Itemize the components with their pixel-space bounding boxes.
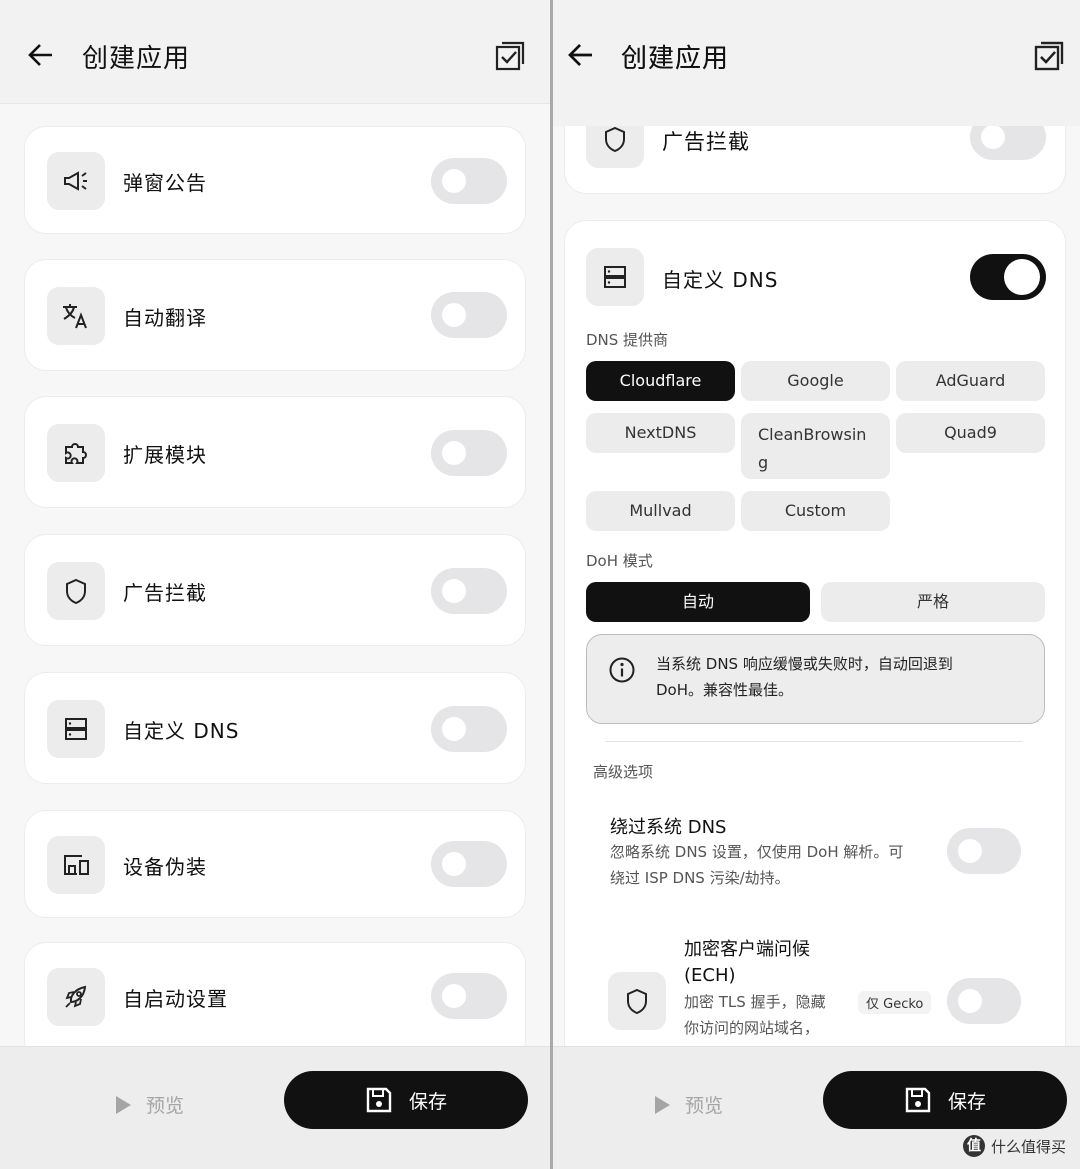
- shield-icon: [586, 126, 644, 168]
- bypass-system-dns-title: 绕过系统 DNS: [610, 817, 727, 838]
- watermark: 值 什么值得买: [962, 1135, 1066, 1157]
- card-popup-notice[interactable]: 弹窗公告: [24, 126, 526, 234]
- info-line-1: 当系统 DNS 响应缓慢或失败时，自动回退到: [656, 655, 953, 673]
- app-bar: 创建应用: [0, 0, 550, 104]
- ech-title-line-2: (ECH): [684, 965, 736, 986]
- translate-icon: [47, 287, 105, 345]
- floppy-disk-icon: [366, 1087, 392, 1113]
- card-label: 广告拦截: [123, 581, 207, 605]
- card-label: 设备伪装: [123, 855, 207, 879]
- preview-button[interactable]: 预览: [653, 1091, 723, 1118]
- puzzle-icon: [47, 424, 105, 482]
- ad-block-toggle[interactable]: [431, 568, 507, 614]
- ech-desc-line-1: 加密 TLS 握手，隐藏: [684, 993, 826, 1011]
- custom-dns-toggle[interactable]: [431, 706, 507, 752]
- save-button[interactable]: 保存: [284, 1071, 528, 1129]
- section-divider: [605, 741, 1022, 742]
- autostart-toggle[interactable]: [431, 973, 507, 1019]
- dns-provider-heading: DNS 提供商: [586, 331, 669, 349]
- extensions-toggle[interactable]: [431, 430, 507, 476]
- card-ad-block[interactable]: 广告拦截: [24, 534, 526, 646]
- card-extensions[interactable]: 扩展模块: [24, 396, 526, 508]
- provider-chip-google[interactable]: Google: [741, 361, 890, 401]
- advanced-options-heading: 高级选项: [593, 763, 654, 781]
- provider-chip-quad9[interactable]: Quad9: [896, 413, 1045, 453]
- server-icon: [586, 248, 644, 306]
- card-label: 扩展模块: [123, 443, 207, 467]
- card-label: 自定义 DNS: [123, 719, 240, 743]
- card-ad-block-visible[interactable]: 广告拦截: [564, 126, 1066, 194]
- left-screen: 创建应用 弹窗公告 自动翻译 扩展模块 广告拦截 自定义 DNS 设备伪装 自启…: [0, 0, 550, 1169]
- megaphone-icon: [47, 152, 105, 210]
- card-label: 自动翻译: [123, 306, 207, 330]
- shield-icon: [608, 972, 666, 1030]
- bottom-action-bar: 预览 保存: [0, 1046, 550, 1169]
- watermark-logo-icon: 值: [962, 1135, 985, 1157]
- ad-block-toggle[interactable]: [970, 126, 1046, 160]
- feature-list[interactable]: 弹窗公告 自动翻译 扩展模块 广告拦截 自定义 DNS 设备伪装 自启动设置: [0, 104, 550, 1046]
- preview-label: 预览: [685, 1095, 724, 1117]
- card-label: 自定义 DNS: [662, 268, 779, 292]
- device-spoof-toggle[interactable]: [431, 841, 507, 887]
- card-label: 自启动设置: [123, 987, 228, 1011]
- play-icon: [655, 1095, 670, 1114]
- ech-title-line-1: 加密客户端问候: [684, 939, 810, 960]
- bypass-desc-line-1: 忽略系统 DNS 设置，仅使用 DoH 解析。可: [610, 843, 904, 861]
- preview-button[interactable]: 预览: [114, 1091, 184, 1118]
- provider-chip-cleanbrowsing[interactable]: CleanBrowsin g: [741, 413, 890, 479]
- bypass-system-dns-toggle[interactable]: [947, 828, 1021, 874]
- custom-dns-toggle[interactable]: [970, 254, 1046, 300]
- popup-notice-toggle[interactable]: [431, 158, 507, 204]
- floppy-disk-icon: [905, 1087, 931, 1113]
- right-screen: 创建应用 广告拦截 创建应用 广告拦截 自定义 DNS DNS 提供商 Clou…: [553, 0, 1080, 1169]
- provider-chip-adguard[interactable]: AdGuard: [896, 361, 1045, 401]
- watermark-text: 什么值得买: [990, 1137, 1066, 1156]
- card-label: 弹窗公告: [123, 171, 207, 195]
- devices-icon: [47, 836, 105, 894]
- card-label: 广告拦截: [662, 130, 750, 154]
- shield-icon: [47, 562, 105, 620]
- back-arrow-icon[interactable]: [566, 40, 596, 70]
- app-bar-overlay: 创建应用: [553, 0, 1080, 126]
- save-label: 保存: [947, 1090, 986, 1113]
- doh-mode-auto[interactable]: 自动: [586, 582, 810, 622]
- card-auto-translate[interactable]: 自动翻译: [24, 259, 526, 371]
- card-custom-dns[interactable]: 自定义 DNS: [24, 672, 526, 784]
- card-device-spoof[interactable]: 设备伪装: [24, 810, 526, 918]
- ech-toggle[interactable]: [947, 978, 1021, 1024]
- save-label: 保存: [408, 1090, 447, 1113]
- provider-chip-custom[interactable]: Custom: [741, 491, 890, 531]
- card-autostart[interactable]: 自启动设置: [24, 942, 526, 1046]
- server-icon: [47, 700, 105, 758]
- save-button[interactable]: 保存: [823, 1071, 1067, 1129]
- doh-mode-heading: DoH 模式: [586, 552, 653, 570]
- bottom-action-bar: 预览 保存 值 什么值得买: [553, 1046, 1080, 1169]
- provider-chip-cloudflare[interactable]: Cloudflare: [586, 361, 735, 401]
- page-title: 创建应用: [621, 44, 730, 74]
- bypass-desc-line-2: 绕过 ISP DNS 污染/劫持。: [610, 869, 790, 887]
- info-icon: [609, 657, 635, 683]
- doh-info-box: 当系统 DNS 响应缓慢或失败时，自动回退到 DoH。兼容性最佳。: [586, 634, 1045, 724]
- gecko-only-badge: 仅 Gecko: [858, 991, 932, 1014]
- provider-chip-mullvad[interactable]: Mullvad: [586, 491, 735, 531]
- rocket-icon: [47, 968, 105, 1026]
- preview-label: 预览: [146, 1095, 185, 1117]
- provider-chip-nextdns[interactable]: NextDNS: [586, 413, 735, 453]
- page-title: 创建应用: [82, 44, 191, 74]
- checklist-icon[interactable]: [494, 40, 526, 72]
- doh-mode-strict[interactable]: 严格: [821, 582, 1045, 622]
- checklist-icon[interactable]: [1033, 40, 1065, 72]
- back-arrow-icon[interactable]: [26, 40, 56, 70]
- ech-desc-line-2: 你访问的网站域名，: [684, 1019, 820, 1037]
- play-icon: [116, 1095, 131, 1114]
- auto-translate-toggle[interactable]: [431, 292, 507, 338]
- info-line-2: DoH。兼容性最佳。: [656, 681, 794, 699]
- card-custom-dns-expanded: 自定义 DNS DNS 提供商 Cloudflare Google AdGuar…: [564, 220, 1066, 1169]
